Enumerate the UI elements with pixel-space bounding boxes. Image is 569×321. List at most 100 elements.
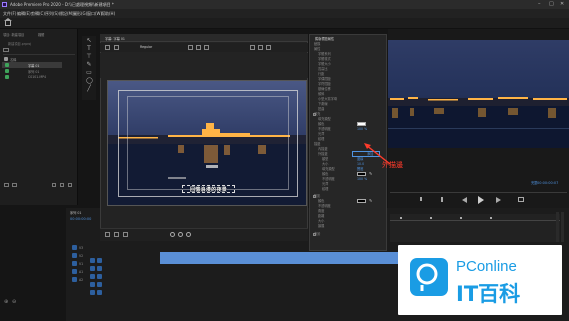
- eyedropper-icon[interactable]: ✎: [369, 199, 373, 203]
- track-sync[interactable]: [97, 274, 102, 279]
- style-swatch[interactable]: [178, 232, 183, 237]
- list-item[interactable]: C0101.MP4: [2, 74, 62, 80]
- track-lock[interactable]: [90, 282, 95, 287]
- track-lock[interactable]: [90, 266, 95, 271]
- zoom-icon[interactable]: ⊕: [4, 299, 8, 305]
- properties-header[interactable]: 舊版標題屬性: [315, 37, 334, 41]
- align-center-icon[interactable]: [258, 45, 263, 50]
- fill-checkbox[interactable]: [313, 113, 316, 116]
- menu-edit[interactable]: 編輯(E): [17, 9, 31, 18]
- list-view-icon[interactable]: [4, 183, 9, 187]
- export-frame-icon[interactable]: [518, 197, 524, 202]
- new-item-icon[interactable]: [60, 183, 64, 187]
- prop-row: 行距: [318, 72, 325, 76]
- italic-icon[interactable]: [196, 45, 201, 50]
- project-panel: 項目: 新建項目 媒體 新建項目.prproj 名稱 字幕 01 序列 01 C…: [0, 29, 78, 205]
- stroke-color-swatch[interactable]: [357, 172, 366, 176]
- prop-row: 不透明度: [322, 177, 335, 181]
- media-tab[interactable]: 媒體: [38, 32, 44, 37]
- mark-out-icon[interactable]: [438, 197, 443, 202]
- track-sync[interactable]: [97, 266, 102, 271]
- track-toggle[interactable]: [72, 261, 77, 266]
- track-toggle[interactable]: [72, 253, 77, 258]
- track-toggle[interactable]: [72, 245, 77, 250]
- menu-graphics[interactable]: 圖形(G): [73, 9, 87, 18]
- bold-icon[interactable]: [188, 45, 193, 50]
- pen-tool-icon[interactable]: ✎: [86, 62, 92, 68]
- title-text-object[interactable]: 回憶浪漫的夜景: [182, 185, 235, 193]
- audio-meter: [556, 212, 566, 242]
- line-tool-icon[interactable]: ╱: [86, 86, 92, 92]
- selection-tool-icon[interactable]: ↖: [86, 38, 92, 44]
- track-sync[interactable]: [97, 258, 102, 263]
- track-toggle[interactable]: [72, 277, 77, 282]
- align-icon[interactable]: [114, 232, 119, 237]
- step-forward-icon[interactable]: [496, 197, 501, 203]
- prop-row[interactable]: 變換: [314, 42, 320, 46]
- font-style-dropdown[interactable]: Regular: [140, 45, 152, 49]
- new-bin-icon[interactable]: [52, 183, 56, 187]
- align-icon[interactable]: [123, 232, 128, 237]
- annotation-label: 外描邊: [382, 161, 403, 169]
- roll-crawl-icon[interactable]: [114, 45, 119, 50]
- align-left-icon[interactable]: [250, 45, 255, 50]
- title-editor-spacer: [100, 53, 308, 78]
- track-toggle[interactable]: [72, 269, 77, 274]
- vertical-type-tool-icon[interactable]: ⊤: [86, 54, 92, 60]
- menu-file[interactable]: 文件(F): [3, 9, 16, 18]
- maximize-button[interactable]: □: [549, 0, 554, 9]
- new-title-icon[interactable]: [105, 45, 110, 50]
- fill-opacity-value[interactable]: 100 %: [357, 127, 367, 131]
- prop-row: 距離: [318, 214, 325, 218]
- trash-icon[interactable]: [68, 183, 72, 187]
- align-icon[interactable]: [105, 232, 110, 237]
- style-swatch[interactable]: [170, 232, 175, 237]
- project-tab[interactable]: 項目: 新建項目: [3, 32, 24, 37]
- menu-help[interactable]: 幫助(H): [101, 9, 115, 18]
- rectangle-tool-icon[interactable]: ▭: [86, 70, 92, 76]
- close-button[interactable]: ✕: [560, 0, 564, 9]
- type-tool-icon[interactable]: T: [86, 46, 92, 52]
- zoom-out-icon[interactable]: ⊖: [12, 299, 16, 305]
- screen: Adobe Premiere Pro 2020 - D:\\已處理視頻\\新建項…: [0, 0, 569, 321]
- track-lock[interactable]: [90, 290, 95, 295]
- menu-window[interactable]: 窗口(W): [87, 9, 102, 18]
- menu-sequence[interactable]: 序列(S): [45, 9, 59, 18]
- shadow-checkbox[interactable]: [313, 195, 316, 198]
- prop-row: 角度: [318, 209, 325, 213]
- program-monitor-scrubber[interactable]: [390, 192, 567, 193]
- background-checkbox[interactable]: [313, 233, 316, 236]
- prop-row: 基線位移: [318, 87, 331, 91]
- prop-row: 顏色: [322, 172, 329, 176]
- prop-row: 紋理: [322, 187, 329, 191]
- icon-view-icon[interactable]: [12, 183, 17, 187]
- program-transport-controls: [420, 196, 538, 204]
- stroke-opacity-value[interactable]: 100 %: [357, 177, 367, 181]
- prop-row: 不透明度: [318, 204, 331, 208]
- title-clip[interactable]: [160, 252, 398, 264]
- underline-icon[interactable]: [204, 45, 209, 50]
- prop-row: 填充類型: [322, 167, 335, 171]
- track-label: A1: [79, 270, 84, 274]
- track-sync[interactable]: [97, 290, 102, 295]
- prop-row[interactable]: 描邊: [314, 142, 320, 146]
- align-right-icon[interactable]: [266, 45, 271, 50]
- ellipse-tool-icon[interactable]: ◯: [86, 78, 93, 84]
- step-back-icon[interactable]: [462, 197, 467, 203]
- track-lock[interactable]: [90, 258, 95, 263]
- home-icon[interactable]: [4, 18, 12, 26]
- prop-row[interactable]: 屬性: [314, 47, 320, 51]
- title-editor-tab[interactable]: 字幕: 字幕 01: [105, 36, 125, 41]
- minimize-button[interactable]: –: [538, 0, 541, 9]
- menu-clip[interactable]: 剪輯(C): [31, 9, 45, 18]
- menu-marker[interactable]: 標記(M): [59, 9, 74, 18]
- style-swatch[interactable]: [186, 232, 191, 237]
- track-lock[interactable]: [90, 274, 95, 279]
- mark-in-icon[interactable]: [420, 197, 424, 201]
- play-icon[interactable]: [478, 196, 484, 204]
- shadow-color-swatch[interactable]: [357, 199, 366, 203]
- eyedropper-icon[interactable]: ✎: [369, 172, 373, 176]
- prop-row: 擴展: [318, 224, 325, 228]
- timeline-sequence-tab[interactable]: 序列 01: [70, 210, 81, 215]
- track-sync[interactable]: [97, 282, 102, 287]
